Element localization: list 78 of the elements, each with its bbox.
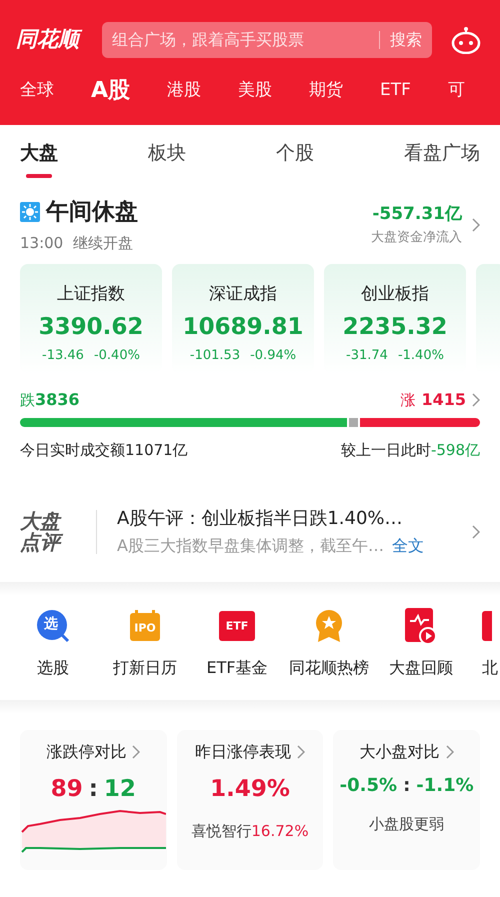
shortcut-label[interactable]: 选股 xyxy=(37,656,69,680)
index-change: -101.53 xyxy=(190,347,240,365)
up-label: 涨 xyxy=(400,390,416,411)
chevron-icon xyxy=(472,393,480,407)
index-change: -13.46 xyxy=(42,347,84,365)
down-label: 跌 xyxy=(20,390,35,411)
down-count: 3836 xyxy=(35,389,80,411)
icon-label: ETF xyxy=(226,620,248,631)
index-name: 创业板指 xyxy=(361,283,429,306)
shortcut-label[interactable]: 同花顺热榜 xyxy=(289,656,369,680)
shortcut-label[interactable]: 大盘回顾 xyxy=(389,656,453,680)
compare-value: -598亿 xyxy=(430,440,480,461)
market-tab[interactable]: 期货 xyxy=(309,78,344,104)
chevron-icon xyxy=(472,524,480,538)
chevron-icon xyxy=(296,744,305,758)
shortcut-label[interactable]: ETF基金 xyxy=(206,656,268,680)
app-icon xyxy=(482,608,492,642)
ratio-separator: : xyxy=(403,774,410,798)
sub-tab[interactable]: 看盘广场 xyxy=(404,139,480,178)
sub-tab[interactable]: 个股 xyxy=(276,139,314,178)
icon-label: 选 xyxy=(44,616,58,630)
search-icon xyxy=(36,608,70,642)
shortcut-label[interactable]: 打新日历 xyxy=(113,656,177,680)
stat-card[interactable]: 涨跌停对比 89 : 12 xyxy=(20,730,167,870)
compare-label: 较上一日此时 xyxy=(340,440,431,461)
index-value: 2235.32 xyxy=(342,312,448,342)
chevron-icon xyxy=(446,744,454,758)
stat-value: 12 xyxy=(104,774,136,804)
turnover-text: 今日实时成交额11071亿 xyxy=(20,440,188,461)
commentary-badge-label: 大盘 xyxy=(20,510,62,532)
market-tab[interactable]: A股 xyxy=(91,74,130,107)
status-title: 午间休盘 xyxy=(46,198,138,227)
robot-icon[interactable] xyxy=(451,26,481,54)
net-flow-value: -557.31亿 xyxy=(372,203,462,226)
index-change: -31.74 xyxy=(346,347,388,365)
index-name: 上证指数 xyxy=(57,283,125,306)
stat-note: 小盘股更弱 xyxy=(369,814,444,834)
index-percent: -1.40% xyxy=(398,347,444,365)
stat-title: 大小盘对比 xyxy=(360,740,440,762)
app-logo: 同花顺 xyxy=(16,24,86,56)
market-tab[interactable]: 美股 xyxy=(238,78,272,104)
market-tab[interactable]: 港股 xyxy=(167,78,202,104)
index-percent: -0.40% xyxy=(94,347,140,365)
commentary-headline[interactable]: A股午评：创业板指半日跌1.40%… xyxy=(117,505,472,532)
index-value: 10689.81 xyxy=(182,312,304,342)
commentary-summary: A股三大指数早盘集体调整，截至午… xyxy=(117,535,384,557)
chart-play-icon xyxy=(405,608,437,644)
sub-tab[interactable]: 大盘 xyxy=(20,139,58,178)
tag-icon xyxy=(219,610,255,640)
stat-card[interactable]: 大小盘对比 -0.5% : -1.1% 小盘股更弱 xyxy=(333,730,480,870)
stat-value: 89 xyxy=(50,774,83,804)
market-tab[interactable]: 可 xyxy=(448,78,465,104)
stat-title: 昨日涨停表现 xyxy=(194,740,291,762)
index-value: 3390.62 xyxy=(38,312,144,342)
calendar-icon xyxy=(128,608,162,642)
stat-note-value: 16.72% xyxy=(251,821,309,842)
shortcut-label[interactable]: 北 xyxy=(482,656,498,680)
market-tab[interactable]: 全球 xyxy=(20,78,54,104)
medal-icon xyxy=(314,608,344,642)
stat-value: -0.5% xyxy=(340,774,398,798)
index-percent: -0.94% xyxy=(250,347,296,365)
up-count: 1415 xyxy=(421,389,466,411)
status-subtitle: 13:00 继续开盘 xyxy=(20,232,134,254)
stat-value: 1.49% xyxy=(210,774,290,804)
index-name: 深证成指 xyxy=(209,283,277,306)
stat-card[interactable]: 昨日涨停表现 1.49% 喜悦智行16.72% xyxy=(176,730,324,870)
stat-note: 喜悦智行 xyxy=(191,821,252,842)
sun-icon xyxy=(20,202,40,222)
ratio-separator: : xyxy=(88,774,98,804)
market-tab[interactable]: ETF xyxy=(380,78,411,104)
sub-tab[interactable]: 板块 xyxy=(148,139,186,178)
stat-value: -1.1% xyxy=(416,774,474,798)
chevron-icon xyxy=(132,744,140,758)
full-text-link[interactable]: 全文 xyxy=(392,534,424,558)
stat-title: 涨跌停对比 xyxy=(46,740,126,762)
net-flow-label: 大盘资金净流入 xyxy=(371,228,462,246)
icon-label: IPO xyxy=(134,622,156,633)
chevron-icon xyxy=(472,218,480,232)
